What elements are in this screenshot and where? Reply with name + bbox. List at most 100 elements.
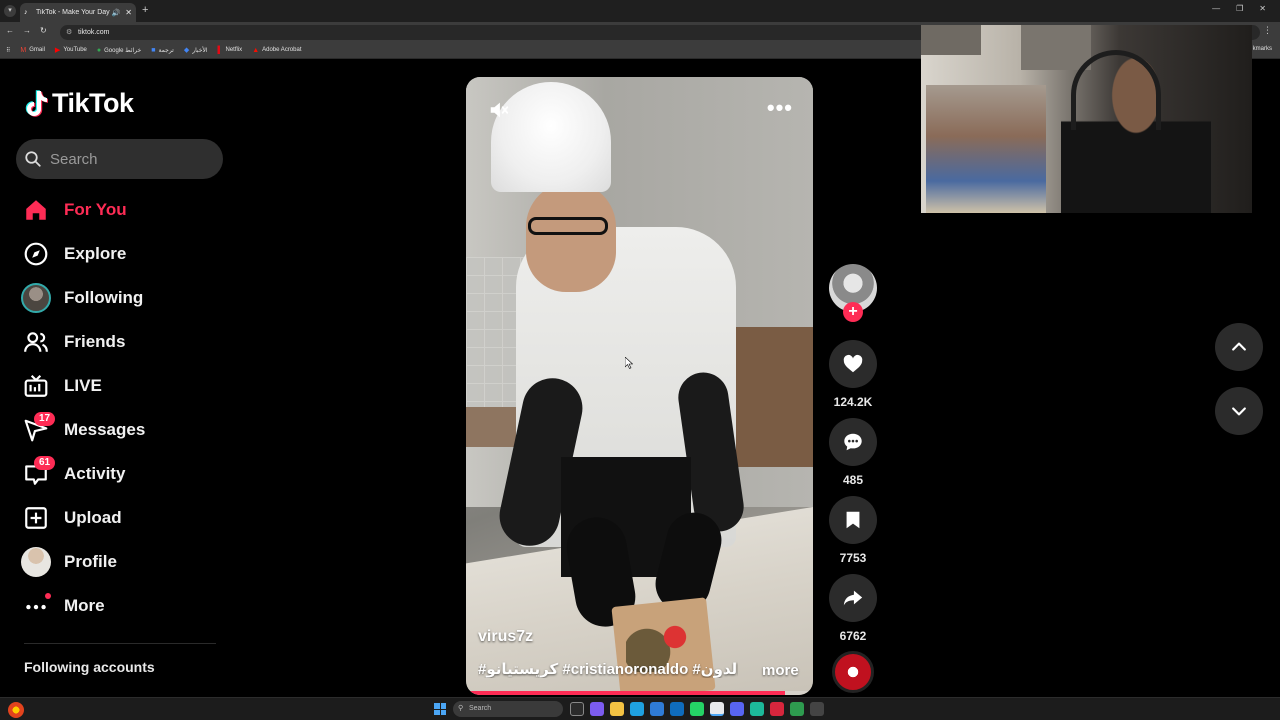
forward-button[interactable]: → <box>23 26 31 35</box>
mail-icon[interactable] <box>670 702 684 716</box>
browser-tab-tiktok[interactable]: ♪ TikTok - Make Your Day 🔊 ✕ <box>20 3 136 22</box>
tiktok-note-icon <box>25 89 48 117</box>
acrobat-icon[interactable] <box>770 702 784 716</box>
address-bar-url: tiktok.com <box>78 29 110 36</box>
activity-badge: 61 <box>34 456 56 470</box>
app-icon[interactable] <box>810 702 824 716</box>
maximize-button[interactable]: ❐ <box>1236 4 1243 13</box>
store-icon[interactable] <box>650 702 664 716</box>
translate-icon: ■ <box>151 46 156 54</box>
caption-more-button[interactable]: more <box>762 662 799 679</box>
following-accounts-heading: Following accounts <box>24 659 155 675</box>
search-input[interactable] <box>50 150 210 168</box>
share-arrow-icon <box>843 590 863 606</box>
sidebar-item-messages[interactable]: 17 Messages <box>20 408 230 452</box>
comment-action[interactable]: 485 <box>829 418 877 487</box>
share-button[interactable] <box>829 574 877 622</box>
chrome-icon[interactable] <box>710 702 724 716</box>
minimize-button[interactable]: — <box>1212 4 1220 13</box>
sidebar-item-label: Messages <box>64 420 146 439</box>
whatsapp-icon[interactable] <box>690 702 704 716</box>
sidebar-divider <box>24 643 216 644</box>
bookmark-youtube[interactable]: ▶ YouTube <box>55 46 87 54</box>
sidebar-item-label: Explore <box>64 244 127 263</box>
video-player[interactable]: ••• virus7z #كريستيانو #cristianoronaldo… <box>466 77 813 695</box>
sidebar-item-live[interactable]: LIVE <box>20 364 230 408</box>
task-view-icon[interactable] <box>570 702 584 716</box>
tab-close-icon[interactable]: ✕ <box>125 8 132 17</box>
like-button[interactable] <box>829 340 877 388</box>
taskbar-search[interactable]: ⚲ Search <box>453 701 563 717</box>
comment-button[interactable] <box>829 418 877 466</box>
bookmark-gmail[interactable]: M Gmail <box>20 47 45 54</box>
widgets-icon[interactable] <box>8 702 24 718</box>
tiktok-logo[interactable]: TikTok <box>24 88 134 119</box>
video-hashtags[interactable]: #كريستيانو #cristianoronaldo #الدون ... <box>478 660 738 678</box>
sidebar-item-upload[interactable]: Upload <box>20 496 230 540</box>
like-action[interactable]: 124.2K <box>829 340 877 409</box>
apps-grid-icon[interactable]: ⠿ <box>6 47 10 54</box>
avatar <box>21 547 51 577</box>
file-explorer-icon[interactable] <box>610 702 624 716</box>
follow-plus-icon[interactable]: + <box>843 302 863 322</box>
share-action[interactable]: 6762 <box>829 574 877 643</box>
video-more-options-icon[interactable]: ••• <box>767 97 793 119</box>
sidebar-item-friends[interactable]: Friends <box>20 320 230 364</box>
sidebar-item-more[interactable]: More <box>20 584 230 628</box>
back-button[interactable]: ← <box>6 26 14 35</box>
tab-audio-icon[interactable]: 🔊 <box>112 9 121 17</box>
inbox-icon: 61 <box>20 456 56 490</box>
netflix-icon: ▌ <box>217 46 223 54</box>
copilot-icon[interactable] <box>590 702 604 716</box>
browser-menu-icon[interactable]: ⋮ <box>1263 25 1272 36</box>
avatar <box>21 283 51 313</box>
bookmark-button[interactable] <box>829 496 877 544</box>
video-author[interactable]: virus7z <box>478 628 533 646</box>
previous-video-button[interactable] <box>1215 323 1263 371</box>
webcam-poster <box>921 25 981 55</box>
search-icon: ⚲ <box>458 705 464 712</box>
share-count: 6762 <box>839 629 867 643</box>
edge-icon[interactable] <box>630 702 644 716</box>
tab-search-menu-button[interactable]: ▾ <box>4 5 16 17</box>
close-window-button[interactable]: ✕ <box>1259 4 1266 13</box>
excel-icon[interactable] <box>790 702 804 716</box>
all-bookmarks-label[interactable]: kmarks <box>1253 46 1272 52</box>
sidebar-item-for-you[interactable]: For You <box>20 188 230 232</box>
sidebar-item-label: More <box>64 596 105 615</box>
bookmark-maps[interactable]: ● Google خرائط <box>97 47 141 54</box>
search-box[interactable] <box>16 139 223 179</box>
sidebar-item-explore[interactable]: Explore <box>20 232 230 276</box>
site-info-icon[interactable]: ⚙ <box>66 25 72 40</box>
video-scene-face <box>526 182 616 292</box>
app-icon[interactable] <box>750 702 764 716</box>
volume-icon[interactable] <box>488 99 510 121</box>
webcam-headset <box>1071 50 1161 130</box>
sidebar-item-activity[interactable]: 61 Activity <box>20 452 230 496</box>
bookmark-translate[interactable]: ■ ترجمة <box>151 47 174 54</box>
bookmark-acrobat[interactable]: ▲ Adobe Acrobat <box>252 47 301 54</box>
bookmark-news[interactable]: ◆ الأخبار <box>184 46 208 54</box>
discord-icon[interactable] <box>730 702 744 716</box>
maps-icon: ● <box>96 46 102 54</box>
webcam-shelf <box>926 85 1046 213</box>
next-video-button[interactable] <box>1215 387 1263 435</box>
save-action[interactable]: 7753 <box>829 496 877 565</box>
live-tv-icon <box>20 370 52 402</box>
nav-buttons: ← → ↻ <box>6 26 47 35</box>
profile-avatar <box>20 546 52 578</box>
new-tab-button[interactable]: + <box>142 4 148 16</box>
sidebar-item-following[interactable]: Following <box>20 276 230 320</box>
video-scene-glasses <box>528 217 608 235</box>
taskbar-apps <box>570 702 824 716</box>
comment-count: 485 <box>842 473 864 487</box>
sidebar-item-profile[interactable]: Profile <box>20 540 230 584</box>
mouse-cursor-icon <box>625 357 633 369</box>
reload-button[interactable]: ↻ <box>40 26 47 35</box>
following-avatar <box>20 282 52 314</box>
sidebar-item-label: Friends <box>64 332 126 351</box>
music-disc-icon[interactable] <box>832 651 874 693</box>
windows-start-icon[interactable] <box>434 703 446 715</box>
video-progress-bar[interactable] <box>466 691 813 695</box>
bookmark-netflix[interactable]: ▌ Netflix <box>218 47 243 54</box>
